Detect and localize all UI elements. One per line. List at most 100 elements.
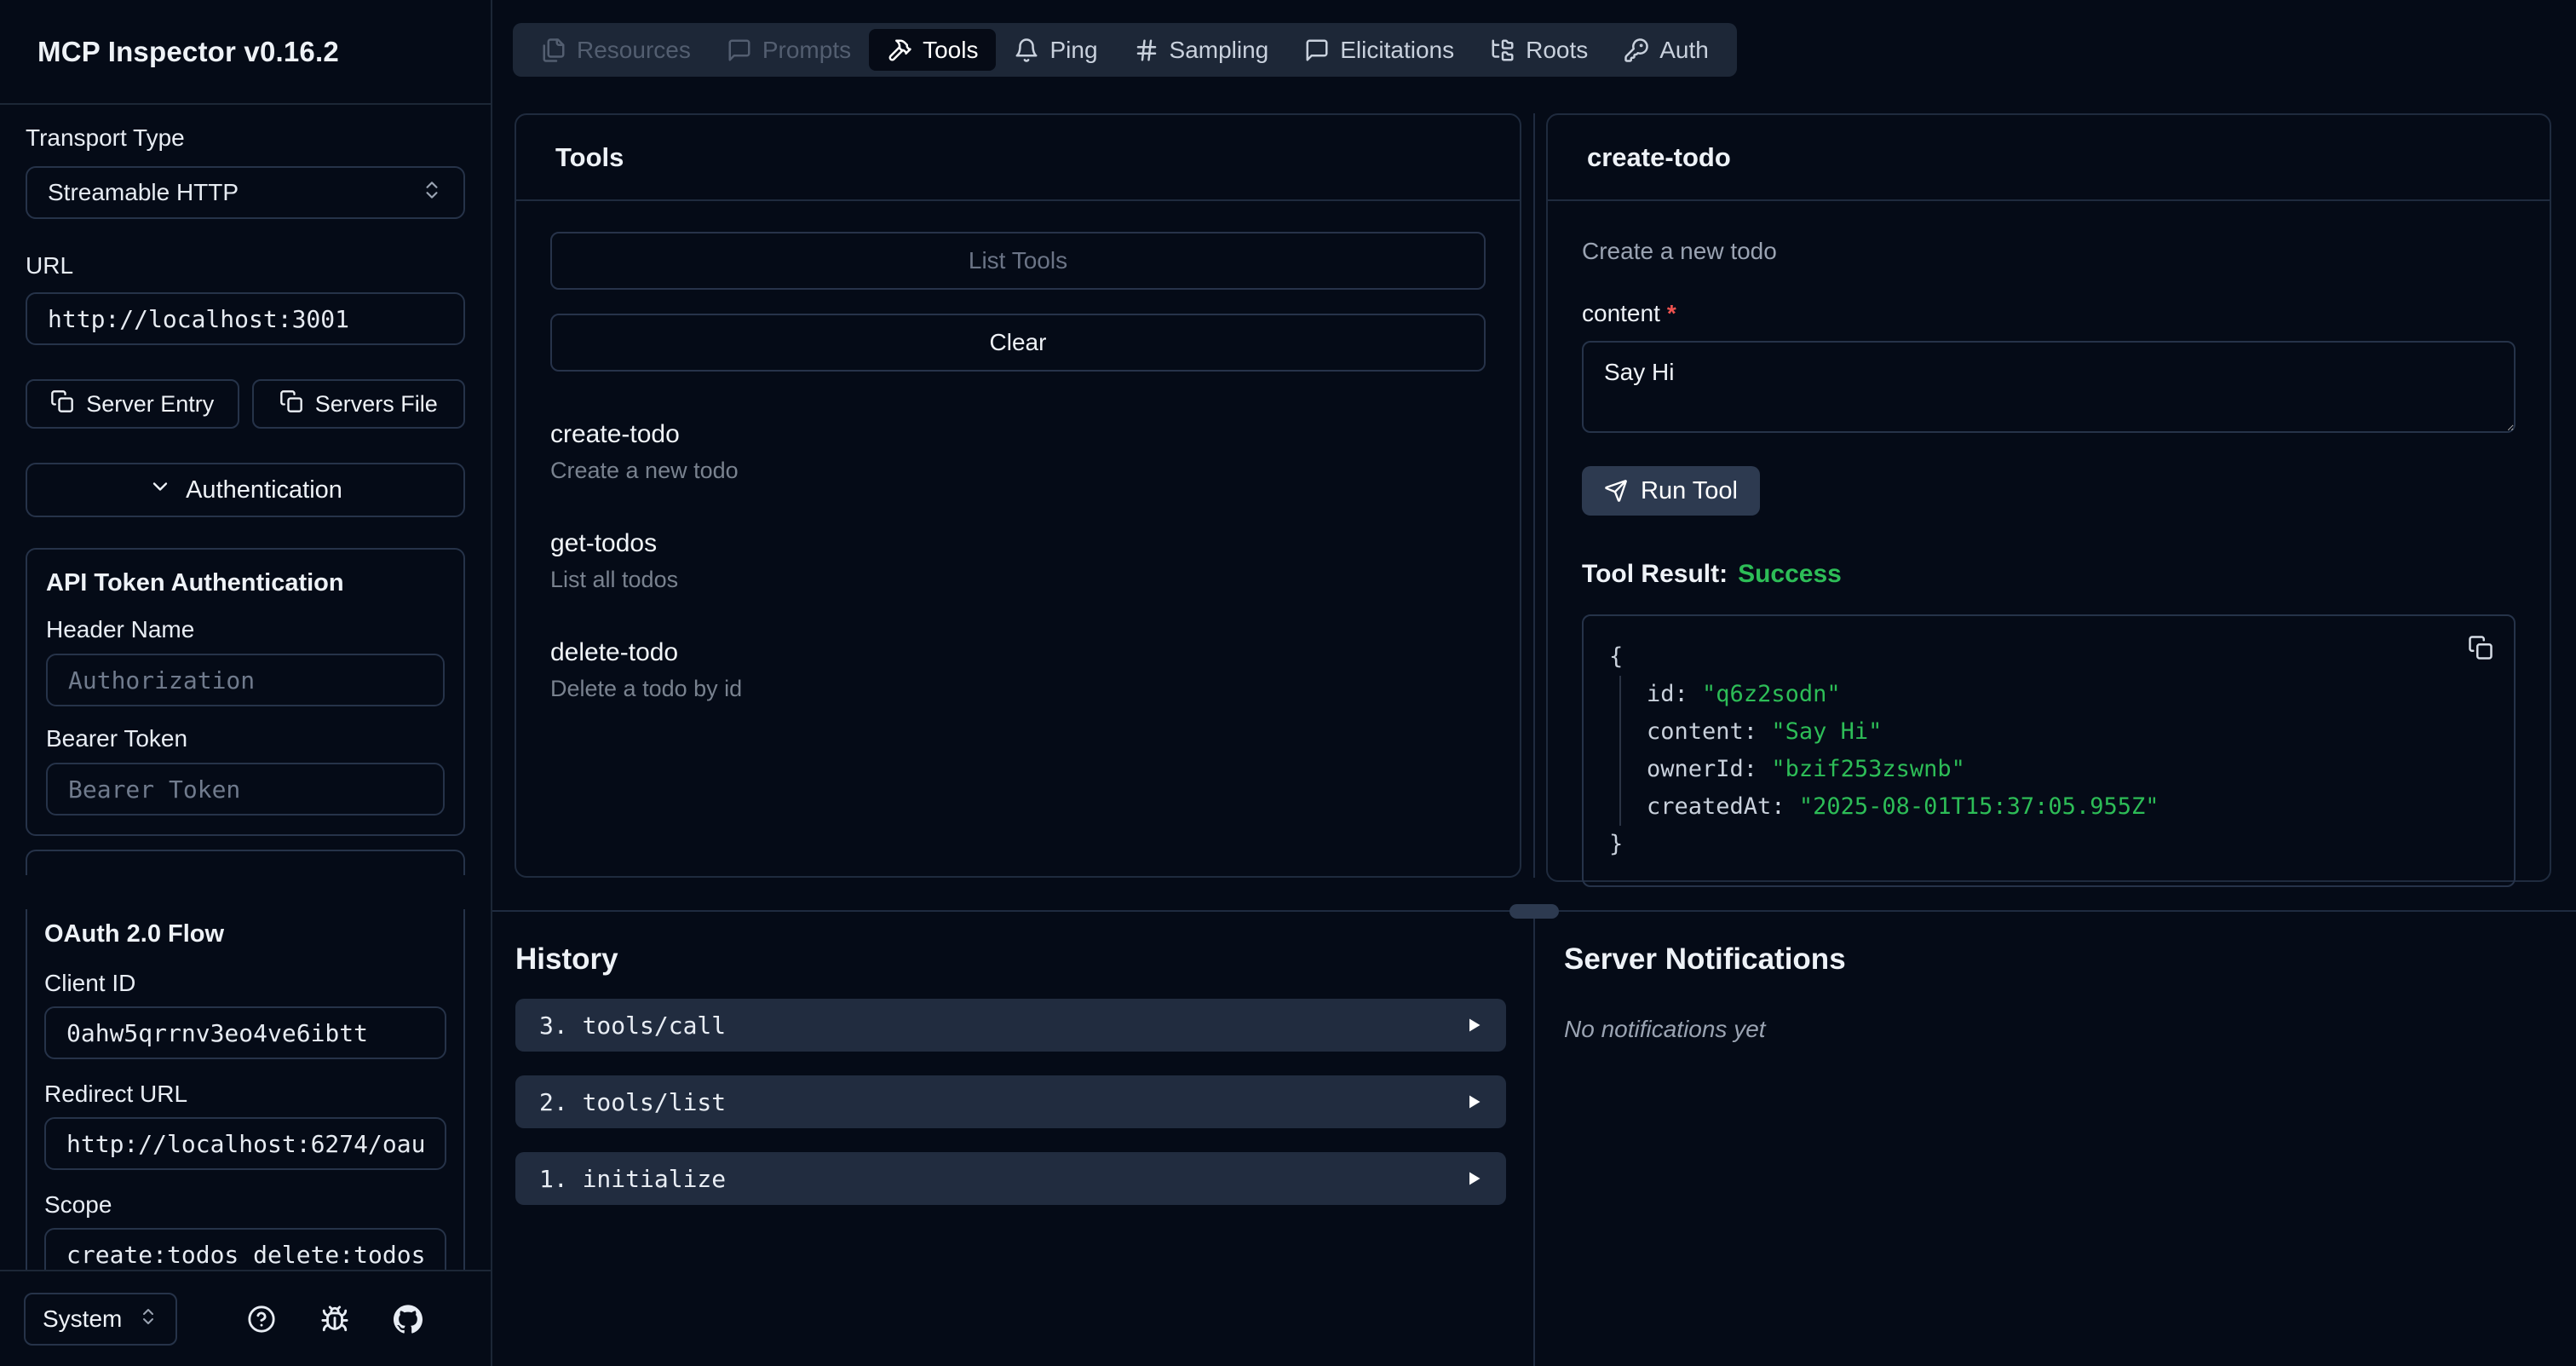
resizer-handle[interactable] — [1509, 904, 1559, 919]
key-icon — [1624, 37, 1649, 63]
scope-label: Scope — [44, 1192, 446, 1218]
theme-select[interactable]: System — [24, 1293, 177, 1346]
tools-panel: Tools List Tools Clear create-todo Creat… — [515, 113, 1521, 878]
url-input[interactable] — [48, 305, 443, 333]
header-name-label: Header Name — [46, 616, 445, 643]
content-field-label-text: content — [1582, 300, 1660, 326]
copy-icon — [2468, 635, 2493, 660]
copy-result-button[interactable] — [2468, 635, 2493, 663]
tool-list-item-delete-todo[interactable]: delete-todo Delete a todo by id — [550, 637, 1486, 702]
tab-ping[interactable]: Ping — [996, 29, 1115, 71]
tab-elicitations[interactable]: Elicitations — [1286, 29, 1472, 71]
github-icon — [394, 1305, 423, 1334]
app-title: MCP Inspector v0.16.2 — [37, 36, 339, 68]
message-square-icon — [1304, 37, 1330, 63]
oauth-flow-card: OAuth 2.0 Flow Client ID Redirect URL Sc… — [26, 909, 465, 1270]
tool-list-item-get-todos[interactable]: get-todos List all todos — [550, 528, 1486, 593]
chevron-down-icon — [148, 475, 172, 505]
tool-list-item-create-todo[interactable]: create-todo Create a new todo — [550, 419, 1486, 484]
header-name-input[interactable] — [68, 666, 423, 695]
json-value: "q6z2sodn" — [1702, 681, 1841, 707]
history-row-tools-call[interactable]: 3. tools/call — [515, 999, 1506, 1052]
tab-tools-label: Tools — [923, 37, 978, 64]
client-id-label: Client ID — [44, 971, 446, 996]
json-close-brace: } — [1609, 826, 2488, 863]
tool-detail-description: Create a new todo — [1582, 237, 2516, 266]
footer-icons — [203, 1305, 467, 1334]
authentication-toggle[interactable]: Authentication — [26, 463, 465, 517]
client-id-input[interactable] — [66, 1019, 424, 1047]
expand-arrow-icon — [1465, 1093, 1482, 1110]
tab-resources-label: Resources — [577, 37, 691, 64]
redirect-url-label: Redirect URL — [44, 1081, 446, 1107]
copy-icon — [279, 389, 303, 419]
required-asterisk: * — [1667, 300, 1676, 326]
scope-input[interactable] — [66, 1241, 424, 1269]
header-name-input-wrap — [46, 654, 445, 706]
sidebar-config-area: Transport Type Streamable HTTP URL Serve… — [0, 105, 491, 1270]
server-entry-button[interactable]: Server Entry — [26, 379, 239, 429]
github-button[interactable] — [394, 1305, 423, 1334]
json-line-content: content: "Say Hi" — [1647, 713, 2488, 751]
tool-result-label: Tool Result: — [1582, 560, 1728, 588]
notifications-empty-message: No notifications yet — [1564, 1016, 2576, 1043]
tools-panel-title: Tools — [555, 142, 624, 173]
tool-description: List all todos — [550, 566, 1486, 593]
clear-button[interactable]: Clear — [550, 314, 1486, 372]
json-value: "Say Hi" — [1771, 718, 1882, 745]
sidebar-footer: System — [0, 1270, 491, 1366]
content-textarea[interactable]: Say Hi — [1582, 341, 2516, 433]
redirect-url-input[interactable] — [66, 1130, 424, 1158]
tool-result-line: Tool Result:Success — [1582, 560, 2516, 589]
history-row-initialize[interactable]: 1. initialize — [515, 1152, 1506, 1205]
files-icon — [541, 37, 566, 63]
copy-icon — [50, 389, 74, 419]
tab-resources[interactable]: Resources — [523, 29, 709, 71]
tab-elicitations-label: Elicitations — [1340, 37, 1454, 64]
send-icon — [1604, 479, 1628, 503]
tab-roots[interactable]: Roots — [1472, 29, 1606, 71]
history-title: History — [515, 942, 1506, 977]
expand-arrow-icon — [1465, 1170, 1482, 1187]
top-panels: Tools List Tools Clear create-todo Creat… — [515, 113, 2551, 882]
help-button[interactable] — [247, 1305, 276, 1334]
server-notifications-pane: Server Notifications No notifications ye… — [1533, 912, 2576, 1366]
tab-prompts[interactable]: Prompts — [709, 29, 869, 71]
history-row-label: 3. tools/call — [539, 1012, 726, 1040]
chevrons-up-down-icon — [421, 179, 443, 207]
json-body: id: "q6z2sodn" content: "Say Hi" ownerId… — [1619, 676, 2488, 826]
clipped-card-fragment — [26, 850, 465, 875]
tab-sampling[interactable]: Sampling — [1116, 29, 1287, 71]
json-value: "2025-08-01T15:37:05.955Z" — [1799, 793, 2159, 820]
bug-icon — [320, 1305, 349, 1334]
tab-auth[interactable]: Auth — [1606, 29, 1727, 71]
chevrons-up-down-icon — [138, 1305, 158, 1333]
json-key: content: — [1647, 718, 1757, 745]
json-line-ownerId: ownerId: "bzif253zswnb" — [1647, 751, 2488, 788]
url-label: URL — [26, 251, 465, 280]
bearer-token-label: Bearer Token — [46, 725, 445, 752]
transport-type-value: Streamable HTTP — [48, 179, 239, 206]
run-tool-button[interactable]: Run Tool — [1582, 466, 1760, 516]
json-line-id: id: "q6z2sodn" — [1647, 676, 2488, 713]
help-circle-icon — [247, 1305, 276, 1334]
tools-panel-header: Tools — [516, 115, 1520, 201]
transport-type-select[interactable]: Streamable HTTP — [26, 166, 465, 219]
debug-button[interactable] — [320, 1305, 349, 1334]
tab-sampling-label: Sampling — [1170, 37, 1269, 64]
sidebar-header: MCP Inspector v0.16.2 — [0, 0, 491, 105]
history-row-label: 2. tools/list — [539, 1088, 726, 1116]
message-square-icon — [727, 37, 752, 63]
json-key: createdAt: — [1647, 793, 1785, 820]
list-tools-button[interactable]: List Tools — [550, 232, 1486, 290]
hash-icon — [1134, 37, 1159, 63]
tool-list: create-todo Create a new todo get-todos … — [550, 419, 1486, 702]
horizontal-resizer[interactable] — [492, 910, 2576, 912]
servers-file-button[interactable]: Servers File — [252, 379, 466, 429]
history-row-tools-list[interactable]: 2. tools/list — [515, 1075, 1506, 1128]
api-token-card: API Token Authentication Header Name Bea… — [26, 548, 465, 836]
transport-type-label: Transport Type — [26, 124, 465, 153]
theme-select-value: System — [43, 1305, 122, 1333]
tab-tools[interactable]: Tools — [869, 29, 996, 71]
bearer-token-input[interactable] — [68, 775, 423, 804]
